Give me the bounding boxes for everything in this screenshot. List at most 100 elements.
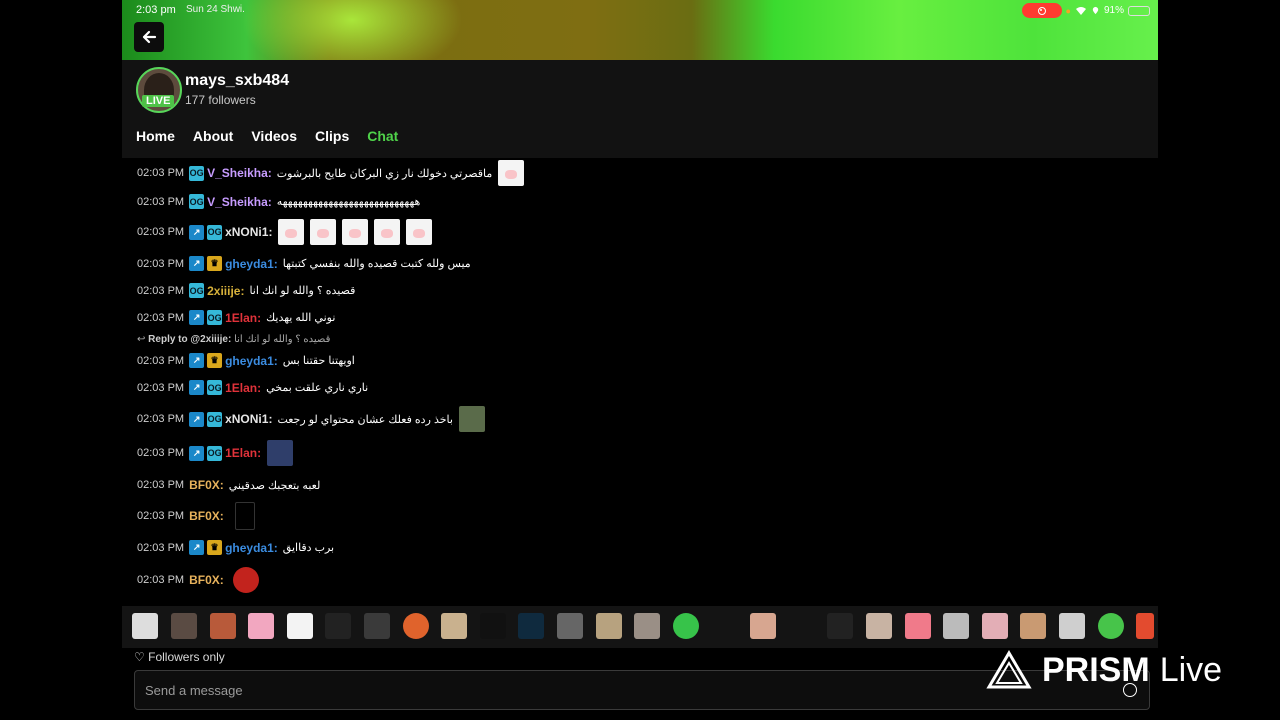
subscriber-badge-icon: ↗ <box>189 310 205 325</box>
emote-icon[interactable] <box>287 613 313 639</box>
chat-username[interactable]: 1Elan: <box>225 446 261 460</box>
emote-icon[interactable] <box>905 613 931 639</box>
message-time: 02:03 PM <box>137 354 185 367</box>
chat-username[interactable]: 1Elan: <box>225 381 261 395</box>
message-time: 02:03 PM <box>137 479 185 491</box>
chat-message: 02:03 PM ↗ OG xNONi1: باخذ رده فعلك عشان… <box>137 406 485 432</box>
chat-username[interactable]: 1Elan: <box>225 311 261 325</box>
emote-icon[interactable] <box>364 613 390 639</box>
follower-count: 177 followers <box>185 93 256 107</box>
emote-icon[interactable] <box>673 613 699 639</box>
app-screen: 2:03 pm Sun 24 Shwi. ● 91% LIVE mays_sxb… <box>122 0 1158 720</box>
message-time: 02:03 PM <box>137 413 185 425</box>
tab-chat[interactable]: Chat <box>365 128 401 160</box>
chat-username[interactable]: gheyda1: <box>225 257 278 271</box>
followers-only-label: Followers only <box>148 650 225 664</box>
subscriber-badge-icon: ↗ <box>189 256 205 271</box>
subscriber-badge-icon: ↗ <box>189 353 205 368</box>
tab-clips[interactable]: Clips <box>313 128 351 158</box>
emote-icon[interactable] <box>1136 613 1154 639</box>
emote-icon <box>234 502 255 530</box>
emote-icon[interactable] <box>557 613 583 639</box>
emote-icon[interactable] <box>634 613 660 639</box>
message-text: اويهتنا حقتنا بس <box>282 355 355 367</box>
chat-username[interactable]: BF0X: <box>189 573 224 587</box>
chat-username[interactable]: xNONi1: <box>225 225 272 239</box>
emote-icon[interactable] <box>866 613 892 639</box>
emote-icon[interactable] <box>750 613 776 639</box>
chat-username[interactable]: 2xiiije: <box>207 284 244 298</box>
chat-message: 02:03 PM OG V_Sheikha: ماقصرتي دخولك نار… <box>137 160 525 186</box>
prism-logo-icon <box>986 650 1032 689</box>
emote-icon[interactable] <box>982 613 1008 639</box>
emote-icon[interactable] <box>1059 613 1085 639</box>
emote-icon <box>374 219 401 245</box>
tab-home[interactable]: Home <box>134 128 177 158</box>
subscriber-badge-icon: ↗ <box>189 380 205 395</box>
chat-username[interactable]: V_Sheikha: <box>207 166 272 180</box>
og-badge-icon: OG <box>207 310 223 325</box>
emote-icon[interactable] <box>596 613 622 639</box>
tab-about[interactable]: About <box>191 128 235 158</box>
chat-username[interactable]: gheyda1: <box>225 541 278 555</box>
chat-message: 02:03 PM ↗ OG xNONi1: <box>137 219 433 245</box>
chat-message: 02:03 PM ↗ ♛ gheyda1: ميس ولله كتبت قصيد… <box>137 256 471 271</box>
og-badge-icon: OG <box>189 165 205 181</box>
tab-videos[interactable]: Videos <box>249 128 299 158</box>
emote-icon[interactable] <box>248 613 274 639</box>
record-icon <box>1037 6 1046 15</box>
chat-username[interactable]: V_Sheikha: <box>207 195 272 209</box>
emote-icon[interactable] <box>325 613 351 639</box>
emote-icon[interactable] <box>171 613 197 639</box>
og-badge-icon: OG <box>189 283 205 298</box>
message-text: ماقصرتي دخولك نار زي البركان طايح بالبرش… <box>276 167 493 180</box>
emote-icon[interactable] <box>1098 613 1124 639</box>
back-button[interactable] <box>134 22 164 52</box>
og-badge-icon: OG <box>189 194 205 209</box>
emote-icon[interactable] <box>210 613 236 639</box>
chat-username[interactable]: BF0X: <box>189 509 224 523</box>
channel-tabs: Home About Videos Clips Chat <box>134 128 401 160</box>
emote-icon[interactable] <box>712 613 738 639</box>
chat-username[interactable]: BF0X: <box>189 478 224 492</box>
message-time: 02:03 PM <box>137 257 185 270</box>
chat-message: 02:03 PM ↗ OG 1Elan: نوني الله يهديك <box>137 310 335 325</box>
emote-icon[interactable] <box>403 613 429 639</box>
chat-username[interactable]: xNONi1: <box>225 412 272 426</box>
emote-icon <box>406 219 433 245</box>
live-badge: LIVE <box>142 95 175 107</box>
chat-message: 02:03 PM OG V_Sheikha: ههههههههههههههههه… <box>137 194 420 209</box>
emote-icon[interactable] <box>480 613 506 639</box>
message-input[interactable] <box>143 682 1047 699</box>
emote-icon[interactable] <box>518 613 544 639</box>
emote-icon[interactable] <box>132 613 158 639</box>
og-badge-icon: OG <box>207 411 223 427</box>
emote-icon[interactable] <box>441 613 467 639</box>
watermark-brand: PRISM <box>1042 650 1150 689</box>
location-icon <box>1092 6 1099 15</box>
emote-picker-bar[interactable] <box>122 606 1158 648</box>
emote-icon[interactable] <box>1020 613 1046 639</box>
screen-record-indicator[interactable] <box>1021 3 1062 18</box>
watermark-suffix: Live <box>1159 650 1223 689</box>
battery-icon <box>1128 5 1150 16</box>
message-text: باخذ رده فعلك عشان محتواي لو رجعت <box>277 413 453 426</box>
crown-badge-icon: ♛ <box>207 353 223 368</box>
dot-icon: ● <box>1065 5 1071 16</box>
chat-message: 02:03 PM ↗ ♛ gheyda1: برب دقاايق <box>137 540 334 555</box>
message-text: هههههههههههههههههههههههههههه <box>276 196 421 208</box>
chat-message: 02:03 PM ↗ ♛ gheyda1: اويهتنا حقتنا بس <box>137 353 355 368</box>
message-time: 02:03 PM <box>137 226 185 238</box>
og-badge-icon: OG <box>207 445 223 461</box>
emote-icon[interactable] <box>943 613 969 639</box>
status-indicators: ● 91% <box>1021 3 1150 18</box>
message-time: 02:03 PM <box>137 447 185 459</box>
arrow-left-icon <box>142 30 157 44</box>
emote-icon[interactable] <box>827 613 853 639</box>
chat-feed[interactable]: 02:03 PM OG V_Sheikha: ماقصرتي دخولك نار… <box>122 158 1158 606</box>
emote-icon <box>310 219 337 245</box>
message-time: 02:03 PM <box>137 284 185 297</box>
emote-icon[interactable] <box>789 613 815 639</box>
battery-percent: 91% <box>1103 5 1124 16</box>
chat-username[interactable]: gheyda1: <box>225 354 278 368</box>
